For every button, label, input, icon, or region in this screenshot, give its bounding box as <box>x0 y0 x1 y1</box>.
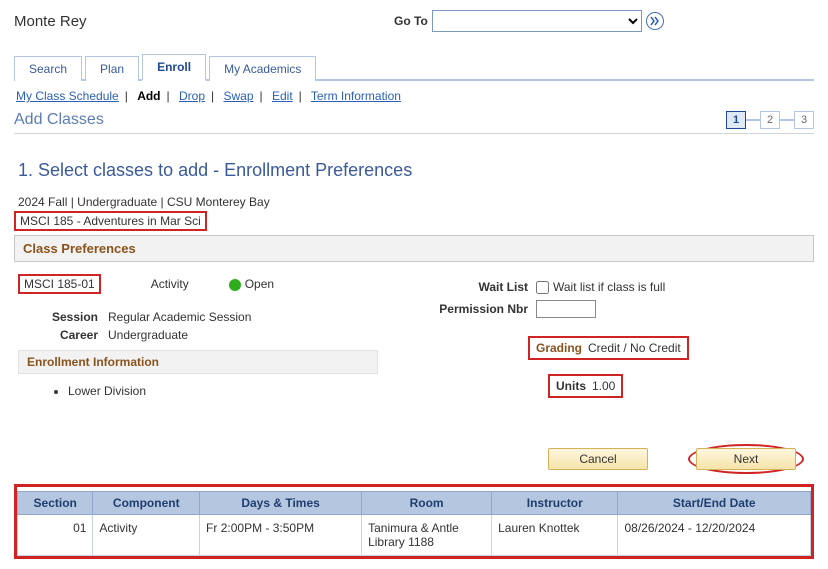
session-key: Session <box>18 310 98 324</box>
td-room: Tanimura & Antle Library 1188 <box>362 515 492 556</box>
subtab-drop[interactable]: Drop <box>179 89 205 103</box>
th-start-end-date: Start/End Date <box>618 492 811 515</box>
units-highlight: Units 1.00 <box>548 374 623 398</box>
goto-label: Go To <box>394 14 428 28</box>
class-section-highlight: MSCI 185-01 <box>18 274 101 294</box>
waitlist-label: Wait list if class is full <box>553 280 665 294</box>
permission-number-input[interactable] <box>536 300 596 318</box>
th-section: Section <box>18 492 93 515</box>
units-key: Units <box>556 379 586 393</box>
td-days-times: Fr 2:00PM - 3:50PM <box>200 515 362 556</box>
goto-go-button[interactable] <box>646 12 664 30</box>
class-table-highlight: Section Component Days & Times Room Inst… <box>14 484 814 559</box>
tab-my-academics[interactable]: My Academics <box>209 56 316 81</box>
th-instructor: Instructor <box>492 492 618 515</box>
waitlist-key: Wait List <box>418 280 528 294</box>
course-name-highlight: MSCI 185 - Adventures in Mar Sci <box>14 211 207 231</box>
step-3: 3 <box>794 111 814 129</box>
step-indicator: 1 2 3 <box>726 111 814 129</box>
th-room: Room <box>362 492 492 515</box>
subtab-edit[interactable]: Edit <box>272 89 293 103</box>
table-row: 01 Activity Fr 2:00PM - 3:50PM Tanimura … <box>18 515 811 556</box>
th-days-times: Days & Times <box>200 492 362 515</box>
header-row: Monte Rey Go To <box>14 10 814 32</box>
page-title: Add Classes <box>14 111 104 129</box>
career-row: Career Undergraduate <box>18 328 398 342</box>
term-line: 2024 Fall | Undergraduate | CSU Monterey… <box>18 195 814 209</box>
session-row: Session Regular Academic Session <box>18 310 398 324</box>
section-heading: 1. Select classes to add - Enrollment Pr… <box>18 160 814 181</box>
table-header-row: Section Component Days & Times Room Inst… <box>18 492 811 515</box>
course-name: MSCI 185 - Adventures in Mar Sci <box>20 214 201 228</box>
class-details-table: Section Component Days & Times Room Inst… <box>17 491 811 556</box>
td-component: Activity <box>93 515 200 556</box>
prefs-left-column: MSCI 185-01 Activity Open Session Regula… <box>18 274 398 404</box>
status-open: Open <box>229 277 274 291</box>
action-buttons-row: Cancel Next <box>14 444 804 474</box>
title-row: Add Classes 1 2 3 <box>14 111 814 134</box>
subtab-term-information[interactable]: Term Information <box>311 89 401 103</box>
th-component: Component <box>93 492 200 515</box>
career-value: Undergraduate <box>108 328 188 342</box>
step-separator <box>746 119 760 121</box>
permission-row: Permission Nbr <box>418 300 810 318</box>
user-name: Monte Rey <box>14 13 394 30</box>
td-dates: 08/26/2024 - 12/20/2024 <box>618 515 811 556</box>
units-value: 1.00 <box>592 379 615 393</box>
tab-enroll[interactable]: Enroll <box>142 54 206 81</box>
career-key: Career <box>18 328 98 342</box>
preferences-body: MSCI 185-01 Activity Open Session Regula… <box>14 262 814 414</box>
step-1: 1 <box>726 111 746 129</box>
main-tabs: Search Plan Enroll My Academics <box>14 52 814 81</box>
component-type: Activity <box>151 277 189 291</box>
session-value: Regular Academic Session <box>108 310 251 324</box>
prefs-right-column: Wait List Wait list if class is full Per… <box>418 274 810 404</box>
tab-search[interactable]: Search <box>14 56 82 81</box>
waitlist-checkbox[interactable] <box>536 281 549 294</box>
grading-highlight: Grading Credit / No Credit <box>528 336 689 360</box>
td-instructor: Lauren Knottek <box>492 515 618 556</box>
tab-plan[interactable]: Plan <box>85 56 139 81</box>
sub-tabs: My Class Schedule| Add| Drop| Swap| Edit… <box>14 85 814 111</box>
double-arrow-icon <box>650 16 660 26</box>
td-section: 01 <box>18 515 93 556</box>
cancel-button[interactable]: Cancel <box>548 448 648 470</box>
subtab-swap[interactable]: Swap <box>223 89 253 103</box>
step-separator <box>780 119 794 121</box>
next-button[interactable]: Next <box>696 448 796 470</box>
class-section: MSCI 185-01 <box>24 277 95 291</box>
step-2: 2 <box>760 111 780 129</box>
class-preferences-bar: Class Preferences <box>14 235 814 262</box>
grading-key: Grading <box>536 341 582 355</box>
open-status-icon <box>229 279 241 291</box>
waitlist-row: Wait List Wait list if class is full <box>418 280 810 294</box>
grading-value: Credit / No Credit <box>588 341 681 355</box>
permission-key: Permission Nbr <box>418 302 528 316</box>
goto-select[interactable] <box>432 10 642 32</box>
class-preferences-title: Class Preferences <box>23 241 136 256</box>
next-button-highlight: Next <box>688 444 804 474</box>
subtab-my-class-schedule[interactable]: My Class Schedule <box>16 89 119 103</box>
subtab-add[interactable]: Add <box>137 89 160 103</box>
enrollment-info-item: Lower Division <box>68 384 398 398</box>
enrollment-info-bar: Enrollment Information <box>18 350 378 374</box>
status-label: Open <box>245 277 274 291</box>
enrollment-info-list: Lower Division <box>68 384 398 398</box>
